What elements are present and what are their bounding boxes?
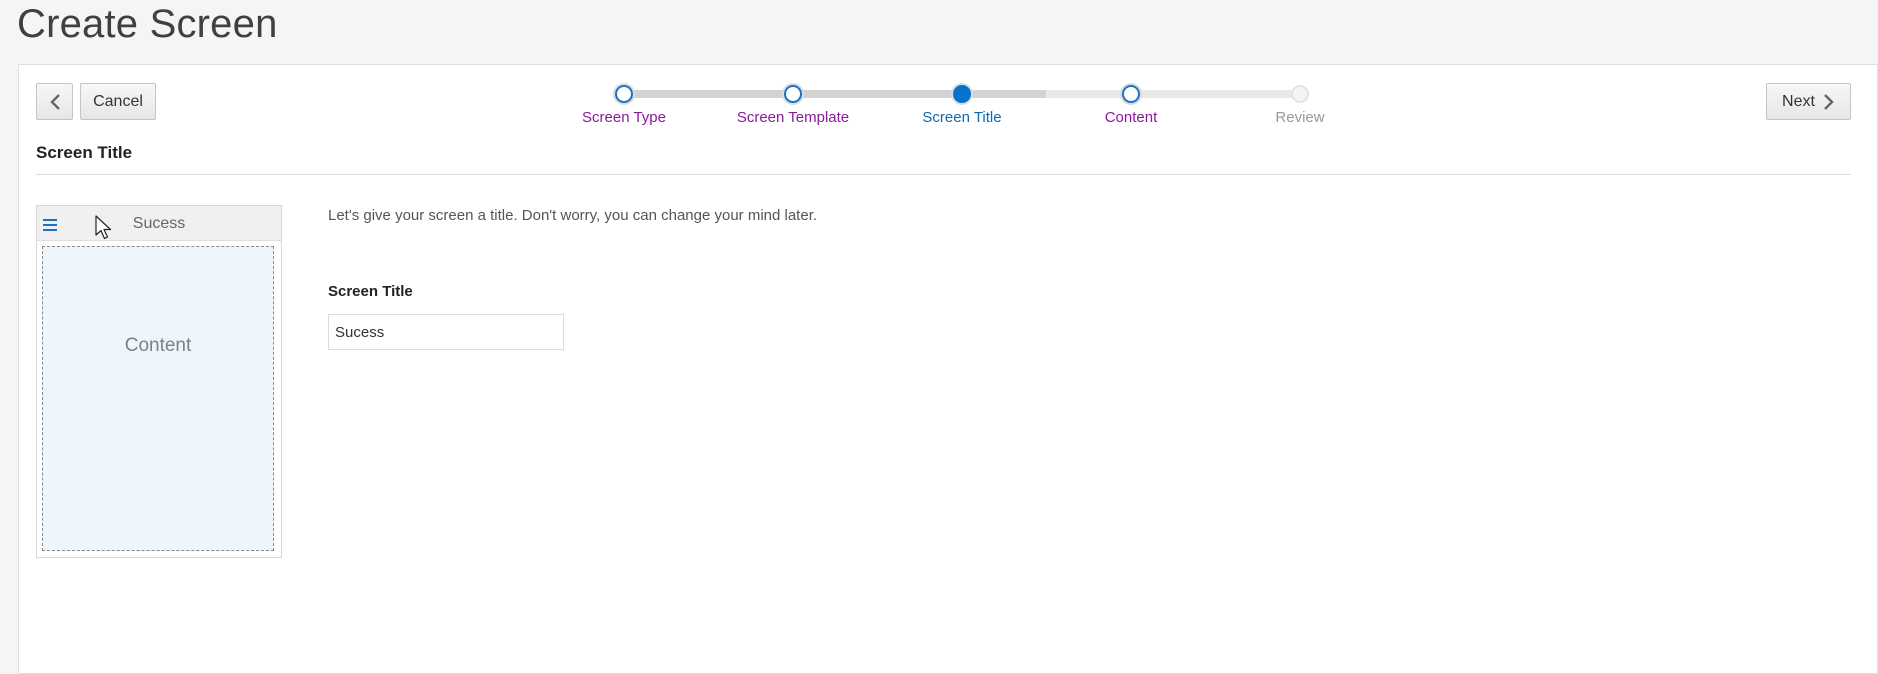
progress-train: Screen Type Screen Template Screen Title… [559,71,1325,131]
next-button-label: Next [1782,92,1815,110]
next-button[interactable]: Next [1766,83,1851,120]
preview-content-label: Content [124,335,192,356]
cancel-button[interactable]: Cancel [80,83,156,120]
section-title: Screen Title [36,143,133,162]
train-stop-dot[interactable] [615,85,633,103]
train-track-completed [624,90,1046,98]
train-stop-dot[interactable] [1122,85,1140,103]
chevron-right-icon [1824,93,1834,110]
train-stop-label[interactable]: Screen Template [728,109,858,126]
intro-text: Let's give your screen a title. Don't wo… [328,207,818,224]
train-stop-dot [1291,85,1309,103]
page-title: Create Screen [17,2,278,46]
train-stop-dot[interactable] [784,85,802,103]
preview-content-area: Content [42,246,274,551]
wizard-panel: Cancel Screen Type Screen Template Scree… [18,64,1878,674]
train-stop-dot[interactable] [953,85,971,103]
train-stop-label[interactable]: Screen Title [897,109,1027,126]
back-button[interactable] [36,83,73,120]
preview-title: Sucess [132,215,186,232]
screen-preview: Sucess Content [36,205,282,558]
preview-header: Sucess [37,206,281,241]
screen-title-label: Screen Title [328,283,413,300]
screen-title-input[interactable] [328,314,564,350]
section-divider [36,174,1851,175]
train-stop-label: Review [1275,109,1325,126]
train-stop-label[interactable]: Screen Type [559,109,689,126]
train-stop-label[interactable]: Content [1066,109,1196,126]
chevron-left-icon [49,93,60,110]
